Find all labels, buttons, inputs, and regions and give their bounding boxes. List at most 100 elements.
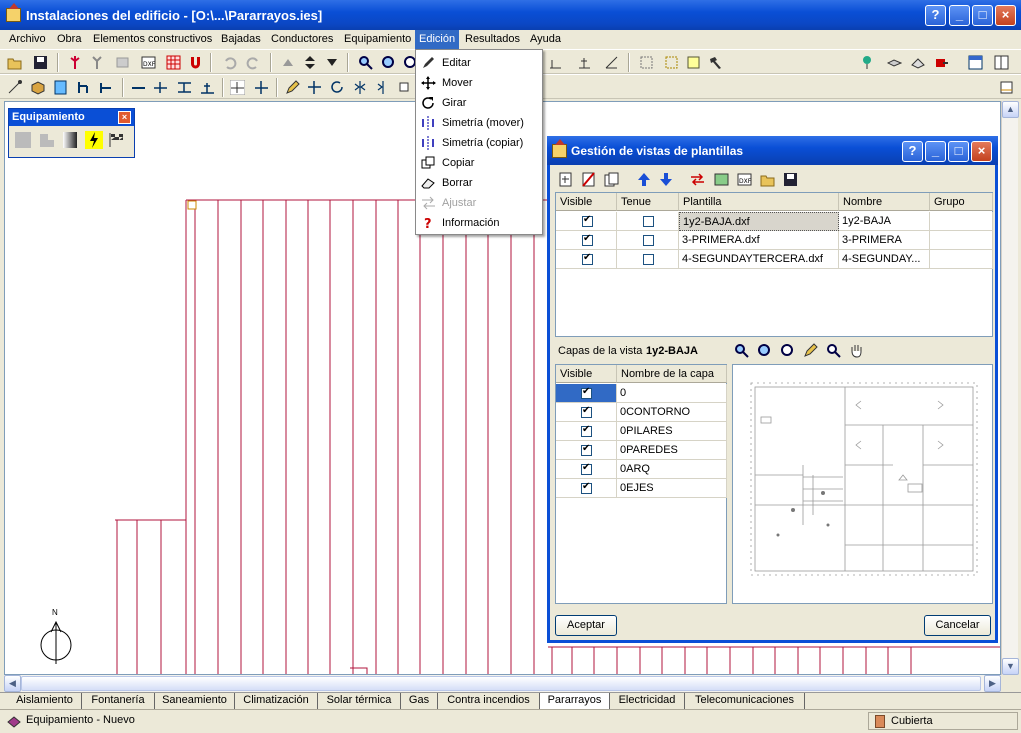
tab-solar-termica[interactable]: Solar térmica — [318, 693, 401, 709]
layer-visible-checkbox[interactable] — [581, 462, 592, 475]
grupo-cell[interactable] — [930, 212, 993, 231]
export-icon[interactable] — [934, 55, 949, 70]
align-top-icon[interactable] — [177, 80, 192, 95]
col-header-tenue[interactable]: Tenue — [617, 193, 679, 211]
scroll-right-button[interactable]: ▶ — [984, 675, 1001, 692]
mirror-copy-tool-icon[interactable] — [376, 80, 391, 95]
menu-ayuda[interactable]: Ayuda — [530, 33, 561, 45]
dxf-icon[interactable]: DXF — [141, 55, 156, 70]
move-up-arrow-icon[interactable] — [637, 172, 652, 187]
menu-resultados[interactable]: Resultados — [465, 33, 520, 45]
preview-edit-icon[interactable] — [803, 343, 818, 358]
layer-visible-checkbox[interactable] — [581, 386, 592, 399]
col-header-visible[interactable]: Visible — [556, 193, 617, 211]
menu-item-girar[interactable]: Girar — [416, 93, 542, 113]
nombre-cell[interactable]: 4-SEGUNDAY... — [839, 250, 930, 269]
print-preview-icon[interactable] — [999, 80, 1014, 95]
copy-tool-icon[interactable] — [399, 80, 414, 95]
tenue-checkbox[interactable] — [643, 254, 654, 265]
col-header-plantilla[interactable]: Plantilla — [679, 193, 839, 211]
horizontal-scrollbar[interactable]: ◀ ▶ — [4, 675, 1001, 692]
move-icon[interactable] — [307, 80, 322, 95]
layer-visible-checkbox[interactable] — [581, 481, 592, 494]
plantilla-cell[interactable]: 1y2-BAJA.dxf — [679, 212, 839, 231]
layer-name-cell[interactable]: 0CONTORNO — [617, 403, 727, 422]
preview-zoom-all-icon[interactable] — [757, 343, 772, 358]
tab-electricidad[interactable]: Electricidad — [610, 693, 685, 709]
menu-bajadas[interactable]: Bajadas — [221, 33, 261, 45]
visible-checkbox[interactable] — [582, 252, 593, 265]
menu-item-borrar[interactable]: Borrar — [416, 173, 542, 193]
duplicate-view-icon[interactable] — [604, 172, 619, 187]
dialog-open-folder-icon[interactable] — [760, 172, 775, 187]
preview-zoom-out-icon[interactable] — [826, 343, 841, 358]
palette-title-bar[interactable]: Equipamiento × — [9, 109, 134, 126]
panel-icon[interactable] — [53, 80, 68, 95]
new-view-icon[interactable] — [558, 172, 573, 187]
preview-zoom-window-icon[interactable] — [734, 343, 749, 358]
gray-block-icon[interactable] — [14, 131, 32, 149]
nombre-cell[interactable]: 3-PRIMERA — [839, 231, 930, 250]
layer-name-cell[interactable]: 0EJES — [617, 479, 727, 498]
move-down-arrow-icon[interactable] — [659, 172, 674, 187]
menu-item-ajustar[interactable]: Ajustar — [416, 193, 542, 213]
rectangle-icon[interactable] — [686, 55, 701, 70]
swap-icon[interactable] — [690, 172, 705, 187]
visible-checkbox[interactable] — [582, 214, 593, 227]
gray-tool-icon[interactable] — [115, 55, 130, 70]
grid-view-icon[interactable] — [166, 55, 181, 70]
magnet-icon[interactable] — [188, 55, 203, 70]
align-bottom-icon[interactable] — [200, 80, 215, 95]
3d-view-icon[interactable] — [910, 55, 925, 70]
layer-name-cell[interactable]: 0PAREDES — [617, 441, 727, 460]
dxf-file-icon[interactable]: DXF — [737, 172, 752, 187]
rotate-tool-icon[interactable] — [330, 80, 345, 95]
tab-climatizacion[interactable]: Climatización — [235, 693, 318, 709]
scroll-left-button[interactable]: ◀ — [4, 675, 21, 692]
menu-edicion[interactable]: Edición — [415, 30, 460, 49]
connect-icon[interactable] — [7, 80, 22, 95]
tab-contra-incendios[interactable]: Contra incendios — [438, 693, 540, 709]
snap-arrows-icon[interactable] — [254, 80, 269, 95]
help-button[interactable]: ? — [925, 5, 946, 26]
layer-col-header-name[interactable]: Nombre de la capa — [617, 365, 727, 383]
zoom-all-icon[interactable] — [381, 55, 396, 70]
tenue-checkbox[interactable] — [643, 216, 654, 227]
close-button[interactable]: × — [995, 5, 1016, 26]
menu-equipamiento[interactable]: Equipamiento — [344, 33, 411, 45]
dialog-close-button[interactable]: × — [971, 141, 992, 162]
dialog-minimize-button[interactable]: _ — [925, 141, 946, 162]
menu-conductores[interactable]: Conductores — [271, 33, 333, 45]
menu-item-copiar[interactable]: Copiar — [416, 153, 542, 173]
plantilla-cell[interactable]: 3-PRIMERA.dxf — [679, 231, 839, 250]
lightning-icon[interactable] — [85, 131, 103, 149]
select-all-icon[interactable] — [664, 55, 679, 70]
layer-visible-checkbox[interactable] — [581, 443, 592, 456]
vertical-scrollbar[interactable]: ▲ ▼ — [1001, 101, 1019, 675]
redo-icon[interactable] — [246, 55, 261, 70]
dialog-maximize-button[interactable]: □ — [948, 141, 969, 162]
import-icon[interactable] — [714, 172, 729, 187]
visible-checkbox[interactable] — [582, 233, 593, 246]
scroll-down-button[interactable]: ▼ — [1002, 658, 1019, 675]
menu-archivo[interactable]: Archivo — [9, 33, 46, 45]
minimize-button[interactable]: _ — [949, 5, 970, 26]
snap-icon-3[interactable] — [604, 55, 619, 70]
tab-gas[interactable]: Gas — [401, 693, 438, 709]
open-folder-icon[interactable] — [7, 55, 22, 70]
delete-view-icon[interactable] — [581, 172, 596, 187]
plantilla-cell[interactable]: 4-SEGUNDAYTERCERA.dxf — [679, 250, 839, 269]
tab-saneamiento[interactable]: Saneamiento — [155, 693, 235, 709]
menu-item-editar[interactable]: Editar — [416, 53, 542, 73]
cancel-button[interactable]: Cancelar — [924, 615, 991, 636]
lightning-rod-icon[interactable] — [68, 55, 83, 70]
edit-pencil-icon[interactable] — [285, 80, 300, 95]
level-down-icon[interactable] — [325, 55, 340, 70]
nombre-cell[interactable]: 1y2-BAJA — [839, 212, 930, 231]
menu-item-informacion[interactable]: ? Información — [416, 213, 542, 233]
select-icon[interactable] — [639, 55, 654, 70]
gradient-bar-icon[interactable] — [61, 131, 79, 149]
maximize-button[interactable]: □ — [972, 5, 993, 26]
layer-name-cell[interactable]: 0PILARES — [617, 422, 727, 441]
main-title-bar[interactable]: Instalaciones del edificio - [O:\...\Par… — [0, 0, 1021, 30]
